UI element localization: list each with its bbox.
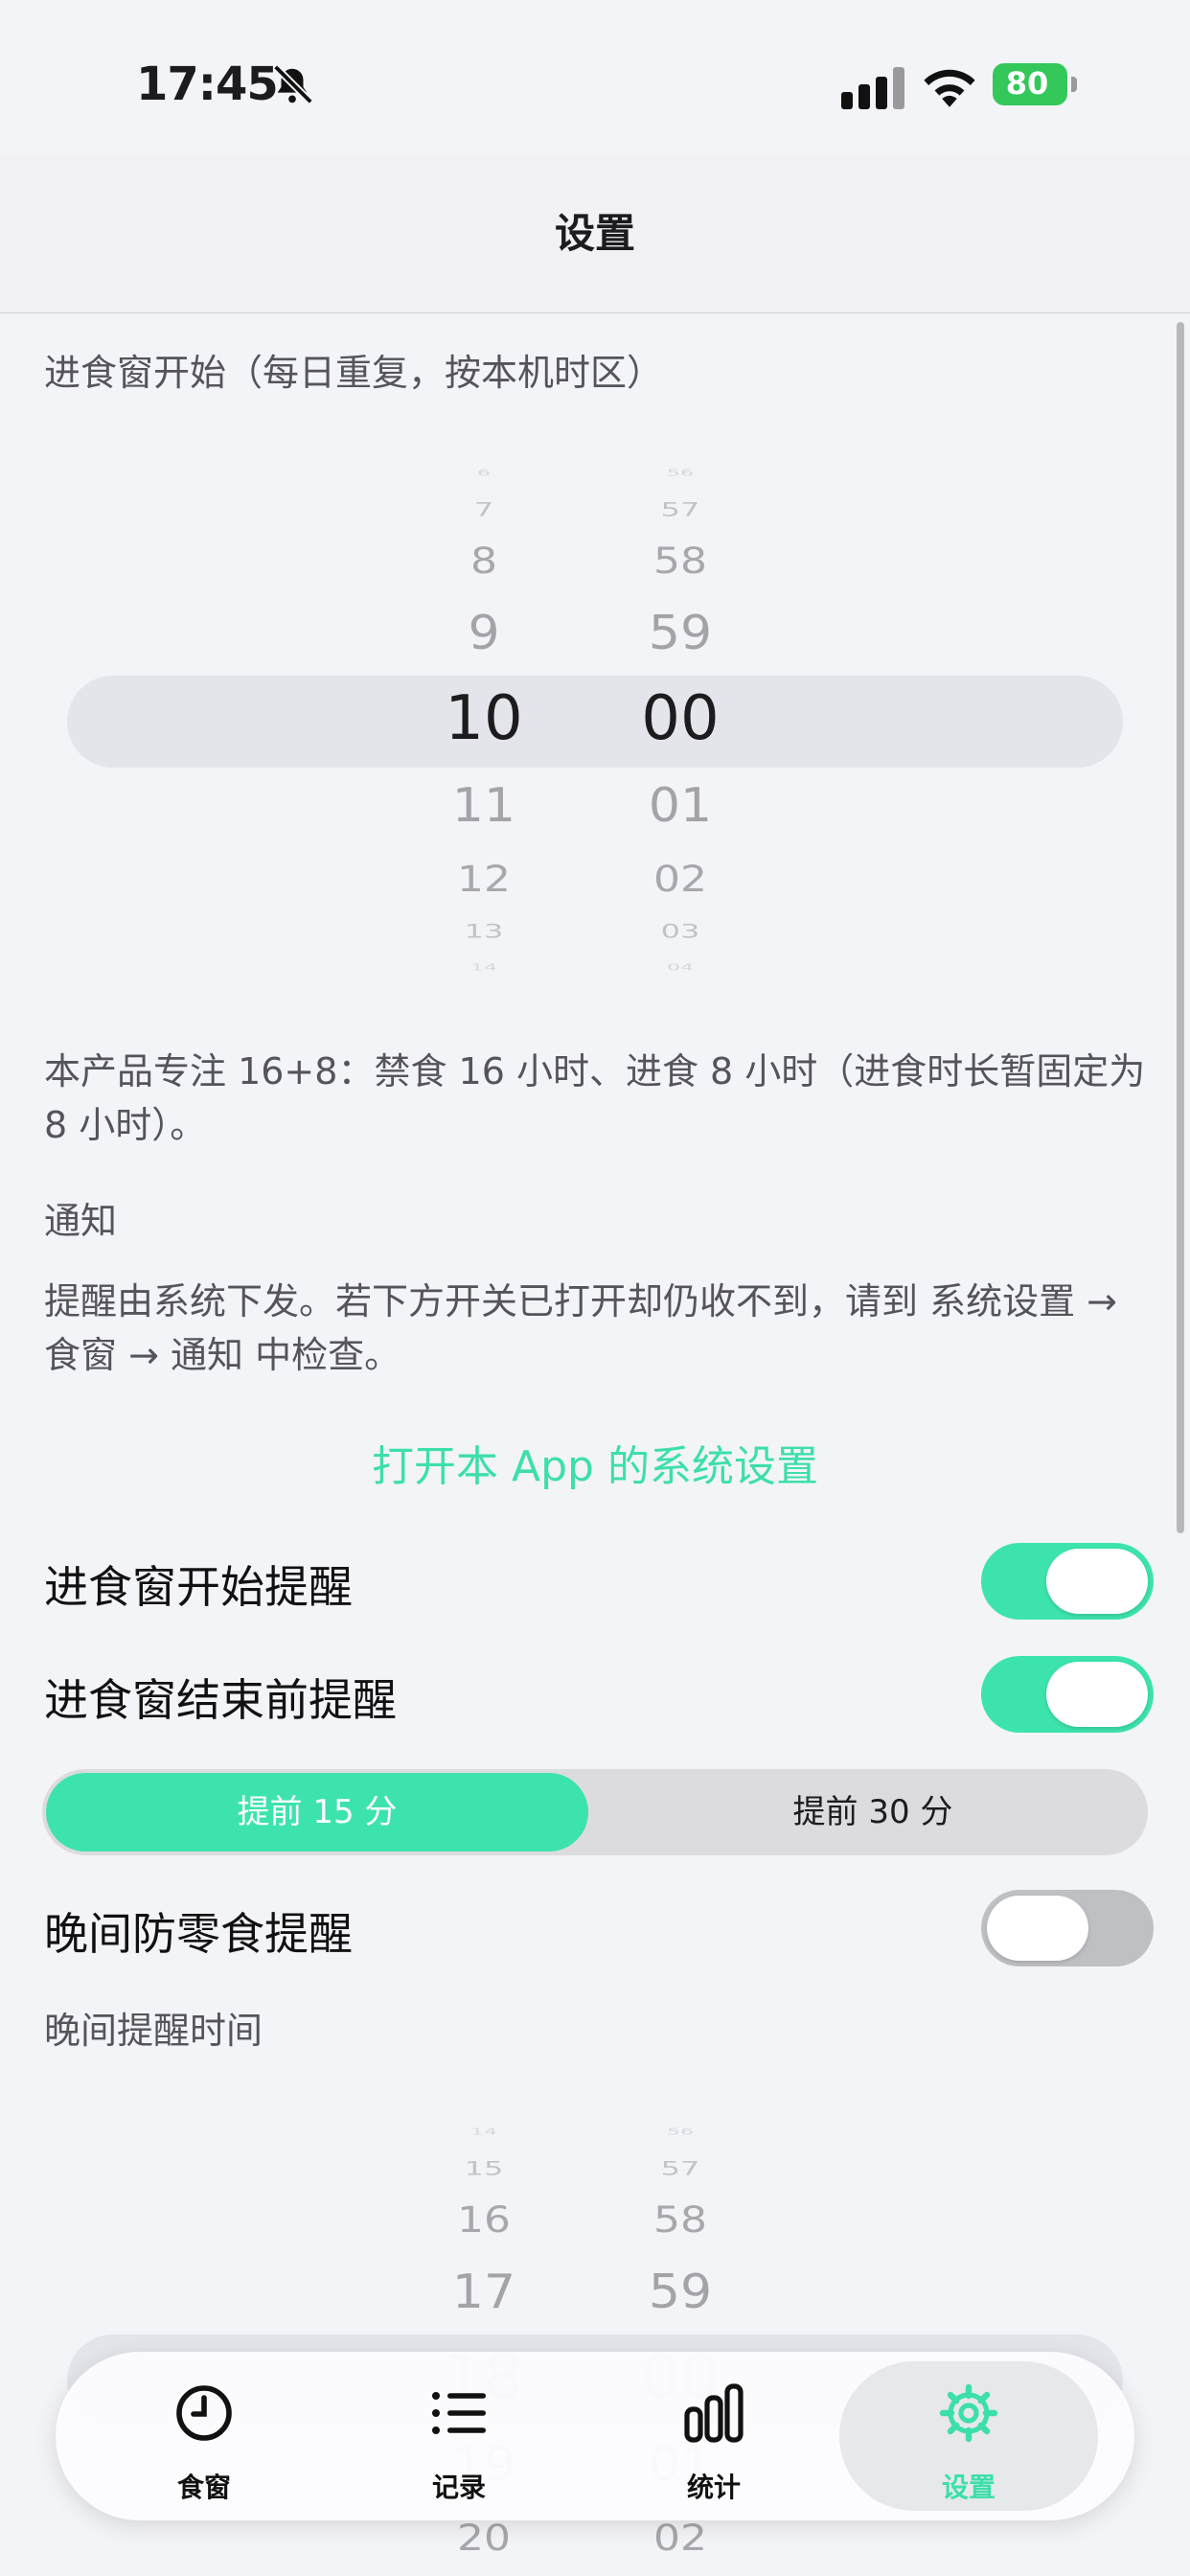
tab-label: 统计 [686, 2472, 741, 2503]
picker-value[interactable]: 7 [407, 499, 561, 521]
picker-value[interactable]: 13 [407, 921, 561, 943]
minute-wheel[interactable]: 56 57 58 59 00 01 02 03 04 [604, 460, 757, 973]
lead-time-segmented-control: 提前 15 分 提前 30 分 [42, 1769, 1148, 1855]
picker-value[interactable]: 03 [604, 921, 757, 943]
picker-selected-value[interactable]: 10 [407, 683, 561, 754]
evening-reminder-toggle[interactable] [981, 1890, 1154, 1966]
notifications-header: 通知 [44, 1200, 118, 1242]
picker-value[interactable]: 57 [604, 2158, 757, 2180]
picker-value[interactable]: 58 [604, 540, 757, 582]
tab-label: 食窗 [176, 2472, 231, 2503]
notifications-description: 提醒由系统下发。若下方开关已打开却仍收不到，请到 系统设置 → 食窗 → 通知 … [44, 1280, 1118, 1376]
gear-icon [939, 2383, 998, 2443]
tab-eating-window[interactable]: 食窗 [75, 2361, 333, 2511]
picker-value[interactable]: 01 [604, 778, 757, 833]
picker-value[interactable]: 15 [407, 2158, 561, 2180]
picker-value[interactable]: 56 [604, 468, 757, 478]
window-start-label: 进食窗开始（每日重复，按本机时区） [44, 352, 664, 394]
page-title: 设置 [554, 210, 635, 257]
tab-settings[interactable]: 设置 [839, 2361, 1098, 2511]
list-icon [432, 2392, 486, 2434]
picker-value[interactable]: 20 [407, 2518, 561, 2559]
picker-value[interactable]: 14 [407, 962, 561, 973]
clock-icon [176, 2385, 232, 2441]
status-bar: 17:45 80 [0, 0, 1190, 153]
lead-15-option[interactable]: 提前 15 分 [46, 1773, 588, 1852]
picker-value[interactable]: 02 [604, 2518, 757, 2559]
picker-selected-value[interactable]: 00 [604, 683, 757, 754]
lead-30-option[interactable]: 提前 30 分 [602, 1773, 1144, 1852]
picker-value[interactable]: 8 [407, 540, 561, 582]
picker-value[interactable]: 02 [604, 859, 757, 900]
end-reminder-label: 进食窗结束前提醒 [44, 1674, 397, 1726]
window-start-time-picker[interactable]: 6 7 8 9 10 11 12 13 14 56 57 58 59 00 01 02 03 04 [67, 460, 1123, 973]
start-reminder-label: 进食窗开始提醒 [44, 1561, 353, 1613]
picker-value[interactable]: 14 [407, 2127, 561, 2137]
tab-label: 设置 [941, 2472, 995, 2503]
picker-value[interactable]: 9 [407, 606, 561, 660]
end-reminder-toggle[interactable] [981, 1656, 1154, 1733]
fasting-note: 本产品专注 16+8：禁食 16 小时、进食 8 小时（进食时长暂固定为 8 小… [44, 1050, 1146, 1146]
open-system-settings-link[interactable]: 打开本 App 的系统设置 [0, 1432, 1190, 1493]
battery-icon: 80 [993, 63, 1083, 107]
bar-chart-icon [684, 2383, 744, 2443]
picker-value[interactable]: 6 [407, 468, 561, 478]
picker-value[interactable]: 12 [407, 859, 561, 900]
hour-wheel[interactable]: 6 7 8 9 10 11 12 13 14 [407, 460, 561, 973]
tab-statistics[interactable]: 统计 [584, 2361, 843, 2511]
picker-value[interactable]: 58 [604, 2199, 757, 2241]
cellular-signal-icon [841, 67, 904, 109]
tab-bar: 食窗 记录 统计 设置 [56, 2352, 1134, 2520]
start-reminder-toggle[interactable] [981, 1543, 1154, 1620]
tab-records[interactable]: 记录 [330, 2361, 588, 2511]
picker-value[interactable]: 59 [604, 606, 757, 660]
picker-value[interactable]: 11 [407, 778, 561, 833]
status-time: 17:45 [136, 58, 279, 111]
evening-reminder-label: 晚间防零食提醒 [44, 1908, 353, 1960]
picker-value[interactable]: 57 [604, 499, 757, 521]
picker-selection-highlight [67, 676, 1123, 768]
picker-value[interactable]: 17 [407, 2265, 561, 2319]
picker-value[interactable]: 56 [604, 2127, 757, 2137]
battery-level: 80 [1005, 65, 1049, 102]
tab-label: 记录 [431, 2472, 486, 2503]
scroll-indicator[interactable] [1177, 322, 1184, 1533]
picker-value[interactable]: 16 [407, 2199, 561, 2241]
evening-time-label: 晚间提醒时间 [44, 2010, 263, 2052]
navigation-bar: 设置 [0, 153, 1190, 313]
picker-value[interactable]: 59 [604, 2265, 757, 2319]
bell-slash-icon [273, 64, 313, 104]
wifi-icon [924, 69, 975, 107]
picker-value[interactable]: 04 [604, 962, 757, 973]
